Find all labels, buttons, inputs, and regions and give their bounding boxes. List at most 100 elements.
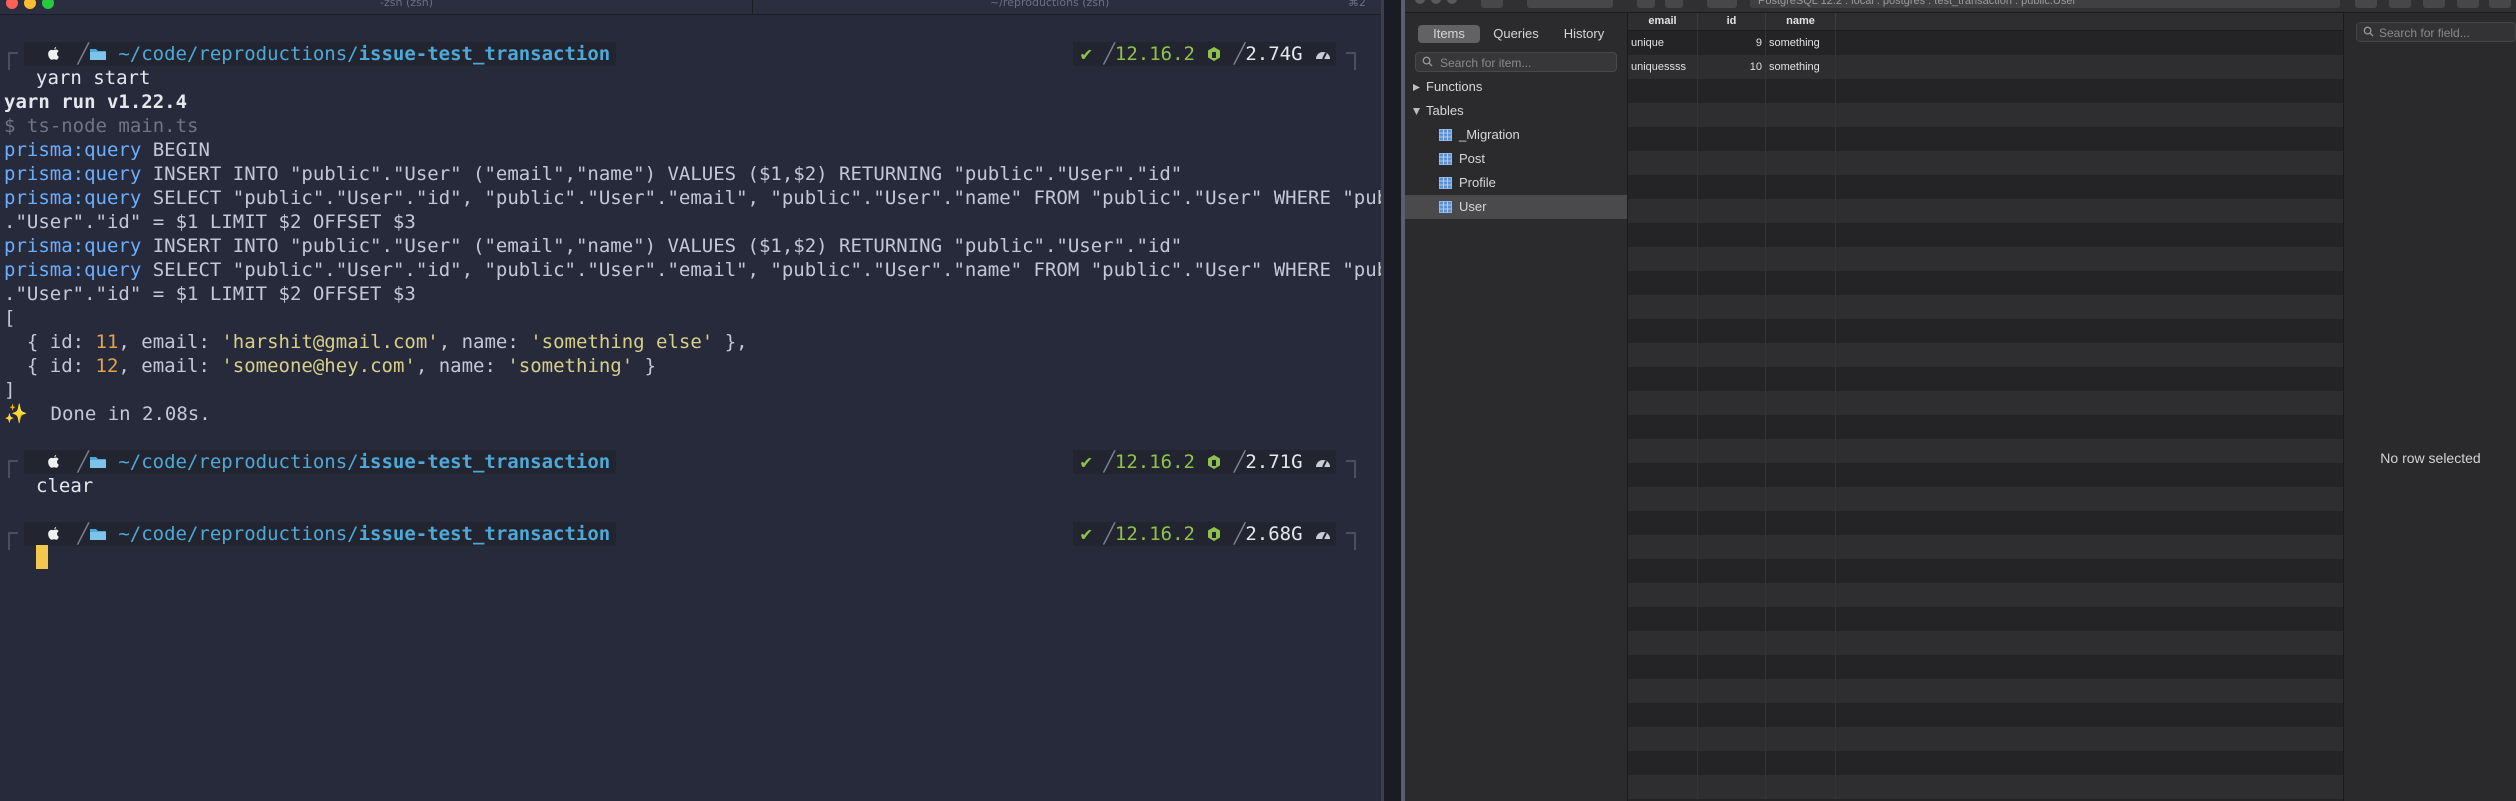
table-icon bbox=[1439, 201, 1452, 213]
empty-cell bbox=[1766, 127, 1836, 151]
empty-table-row bbox=[1628, 367, 2343, 391]
empty-cell bbox=[1766, 295, 1836, 319]
toolbar-button[interactable] bbox=[1637, 0, 1655, 8]
empty-cell bbox=[1766, 655, 1836, 679]
item-search-field[interactable] bbox=[1415, 52, 1617, 72]
empty-cell bbox=[1698, 391, 1766, 415]
empty-cell bbox=[1698, 703, 1766, 727]
terminal-window[interactable]: -zsh (zsh) ~/reproductions (zsh) ⌘2 ╱ ~/… bbox=[0, 0, 1381, 801]
toolbar-button[interactable] bbox=[1707, 0, 1737, 8]
column-header-name[interactable]: name bbox=[1766, 13, 1836, 30]
navigation-buttons[interactable] bbox=[1527, 0, 1613, 8]
tab-history[interactable]: History bbox=[1552, 25, 1616, 43]
empty-table-row bbox=[1628, 655, 2343, 679]
table-content-grid[interactable]: email id name unique 9 something uniques… bbox=[1628, 13, 2343, 801]
database-browser-window[interactable]: PostgreSQL 12.2 : local : postgres : tes… bbox=[1405, 0, 2516, 801]
empty-cell bbox=[1766, 703, 1836, 727]
empty-table-row bbox=[1628, 727, 2343, 751]
cell-name[interactable]: something bbox=[1766, 31, 1836, 55]
empty-cell bbox=[1628, 79, 1698, 103]
empty-cell bbox=[1766, 247, 1836, 271]
empty-cell bbox=[1698, 463, 1766, 487]
toolbar-button[interactable] bbox=[1665, 0, 1683, 8]
tree-item-migration-table[interactable]: _Migration bbox=[1405, 123, 1627, 147]
empty-table-row bbox=[1628, 511, 2343, 535]
tab-divider bbox=[752, 0, 753, 14]
toolbar-button[interactable] bbox=[2423, 0, 2445, 8]
close-window-button[interactable] bbox=[1415, 0, 1425, 4]
tree-item-user-table[interactable]: User bbox=[1405, 195, 1627, 219]
empty-cell bbox=[1698, 415, 1766, 439]
empty-table-row bbox=[1628, 535, 2343, 559]
tree-group-functions[interactable]: Functions bbox=[1405, 75, 1627, 99]
cell-id[interactable]: 10 bbox=[1698, 55, 1766, 79]
sidebar-toggle-button[interactable] bbox=[1481, 0, 1503, 8]
empty-cell bbox=[1698, 103, 1766, 127]
close-window-button[interactable] bbox=[6, 0, 18, 9]
tab-items[interactable]: Items bbox=[1418, 25, 1480, 43]
cell-name[interactable]: something bbox=[1766, 55, 1836, 79]
tree-item-post-table[interactable]: Post bbox=[1405, 147, 1627, 171]
empty-cell bbox=[1766, 343, 1836, 367]
tree-group-tables[interactable]: Tables bbox=[1405, 99, 1627, 123]
tree-item-profile-table[interactable]: Profile bbox=[1405, 171, 1627, 195]
terminal-tab[interactable]: ~/reproductions (zsh) bbox=[990, 0, 1109, 9]
empty-table-row bbox=[1628, 679, 2343, 703]
prompt-right-segment: ✔ ╱12.16.2 ╱2.71G bbox=[1072, 450, 1336, 474]
prompt-frame-left bbox=[8, 532, 18, 550]
prompt-frame-right bbox=[1346, 52, 1356, 70]
cell-email[interactable]: unique bbox=[1628, 31, 1698, 55]
node-icon bbox=[1208, 455, 1221, 469]
column-header-id[interactable]: id bbox=[1698, 13, 1766, 30]
empty-table-row bbox=[1628, 151, 2343, 175]
empty-cell bbox=[1628, 511, 1698, 535]
table-row[interactable]: uniquessss 10 something bbox=[1628, 55, 2343, 79]
terminal-cursor[interactable] bbox=[36, 545, 48, 569]
empty-cell bbox=[1766, 415, 1836, 439]
empty-table-row bbox=[1628, 559, 2343, 583]
folder-icon bbox=[89, 457, 106, 468]
minimize-window-button[interactable] bbox=[24, 0, 36, 9]
column-header-email[interactable]: email bbox=[1628, 13, 1698, 30]
empty-table-row bbox=[1628, 583, 2343, 607]
empty-table-row bbox=[1628, 199, 2343, 223]
empty-cell bbox=[1698, 583, 1766, 607]
window-split-divider[interactable] bbox=[1381, 0, 1405, 801]
prompt-frame-right bbox=[1346, 460, 1356, 478]
toolbar-button[interactable] bbox=[2489, 0, 2511, 8]
zoom-window-button[interactable] bbox=[42, 0, 54, 9]
empty-table-row bbox=[1628, 175, 2343, 199]
field-search-field[interactable] bbox=[2356, 22, 2516, 42]
field-search-input[interactable] bbox=[2377, 24, 2516, 42]
empty-cell bbox=[1766, 631, 1836, 655]
empty-cell bbox=[1628, 175, 1698, 199]
shell-prompt: ╱ ~/code/reproductions/issue-test_transa… bbox=[0, 42, 1381, 70]
connection-location-bar[interactable]: PostgreSQL 12.2 : local : postgres : tes… bbox=[1750, 0, 2340, 8]
toolbar-button[interactable] bbox=[2389, 0, 2411, 8]
empty-cell bbox=[1766, 151, 1836, 175]
cell-id[interactable]: 9 bbox=[1698, 31, 1766, 55]
empty-cell bbox=[1698, 151, 1766, 175]
item-search-input[interactable] bbox=[1438, 54, 1612, 72]
disclosure-triangle-icon[interactable] bbox=[1412, 107, 1421, 116]
empty-cell bbox=[1698, 175, 1766, 199]
command-text: clear bbox=[36, 475, 94, 497]
empty-cell bbox=[1698, 367, 1766, 391]
empty-cell bbox=[1628, 463, 1698, 487]
empty-cell bbox=[1766, 583, 1836, 607]
empty-table-row bbox=[1628, 415, 2343, 439]
empty-cell bbox=[1766, 559, 1836, 583]
disclosure-triangle-icon[interactable] bbox=[1412, 83, 1421, 92]
empty-cell bbox=[1698, 775, 1766, 799]
tab-queries[interactable]: Queries bbox=[1483, 25, 1549, 43]
empty-cell bbox=[1698, 247, 1766, 271]
toolbar-button[interactable] bbox=[2355, 0, 2377, 8]
terminal-tab[interactable]: -zsh (zsh) bbox=[380, 0, 433, 9]
table-row[interactable]: unique 9 something bbox=[1628, 31, 2343, 55]
toolbar-button[interactable] bbox=[2457, 0, 2479, 8]
empty-table-row bbox=[1628, 751, 2343, 775]
cell-email[interactable]: uniquessss bbox=[1628, 55, 1698, 79]
minimize-window-button[interactable] bbox=[1431, 0, 1441, 4]
zoom-window-button[interactable] bbox=[1447, 0, 1457, 4]
empty-table-row bbox=[1628, 463, 2343, 487]
